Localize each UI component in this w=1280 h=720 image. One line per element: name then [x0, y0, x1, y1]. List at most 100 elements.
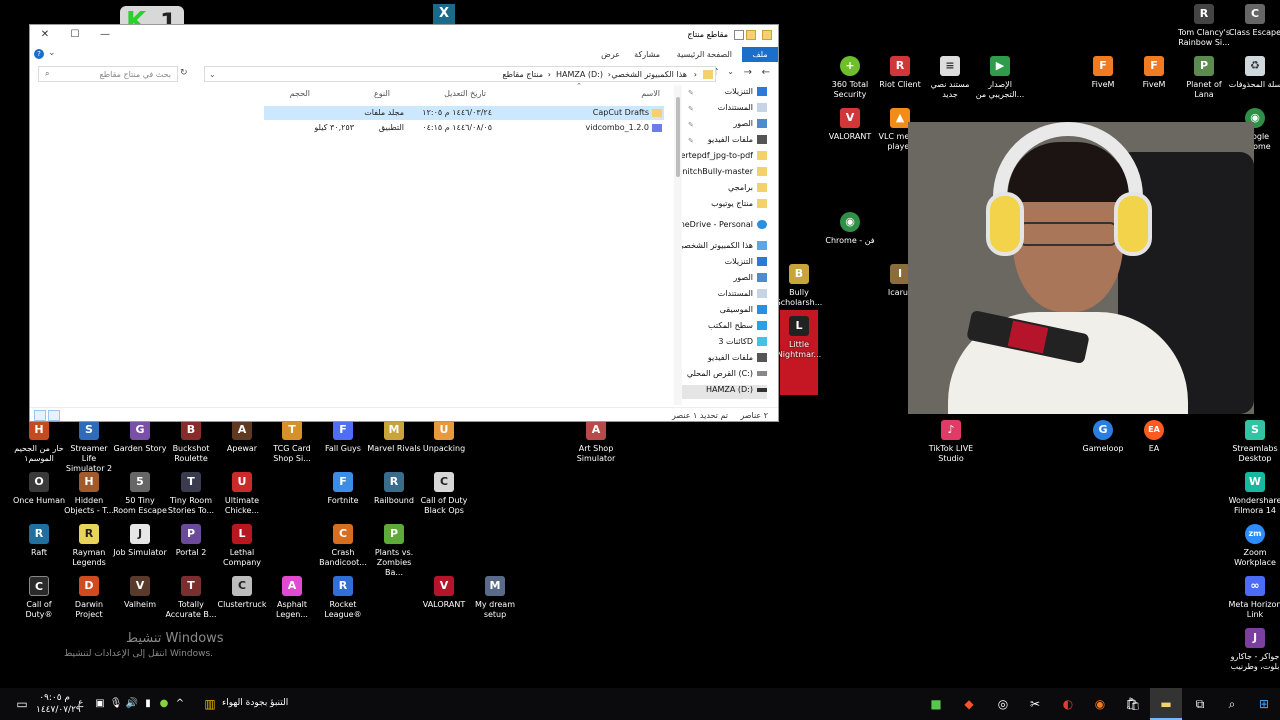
desktop-icon-bully[interactable]: B Bully Scholarsh...: [772, 264, 826, 308]
nav-item-videos[interactable]: ملفات الفيديو: [708, 135, 767, 149]
column-name[interactable]: الاسم: [641, 89, 660, 98]
close-button[interactable]: ✕: [30, 25, 60, 45]
nav-item-downloads[interactable]: التنزيلات: [725, 87, 767, 101]
nav-item-desktop[interactable]: سطح المكتب: [708, 321, 767, 335]
tab-view[interactable]: عرض: [601, 50, 620, 59]
desktop-icon-garden-story[interactable]: G Garden Story: [113, 420, 167, 454]
desktop-icon-hot-from-hell[interactable]: H حار من الجحيم الموسم١: [12, 420, 66, 464]
desktop-icon-text-doc[interactable]: ≡ مستند نصي جديد: [923, 56, 977, 100]
search-icon[interactable]: ⌕: [1224, 696, 1240, 712]
weather-text[interactable]: التنبؤ بجودة الهواء: [222, 698, 288, 708]
nav-item-onedrive[interactable]: OneDrive - Personal: [682, 220, 767, 234]
desktop-icon-little-nightmares[interactable]: L Little Nightmar...: [772, 316, 826, 360]
desktop-icon-unpacking[interactable]: U Unpacking: [417, 420, 471, 454]
desktop-icon-valheim[interactable]: V Valheim: [113, 576, 167, 610]
desktop-icon-tabs[interactable]: T Totally Accurate B...: [164, 576, 218, 620]
desktop-icon-fortnite[interactable]: F Fortnite: [316, 472, 370, 506]
back-arrow-icon[interactable]: ←: [762, 67, 770, 78]
battery-icon[interactable]: ▮: [140, 696, 156, 712]
nav-item-pc-downloads[interactable]: التنزيلات: [725, 257, 767, 271]
search-input[interactable]: بحث في منتاج مقاطع ⌕: [38, 66, 178, 82]
tab-share[interactable]: مشاركة: [634, 50, 660, 59]
system-clock[interactable]: م ٠٩:٠٥ ١٤٤٧/٠٧/٢٩: [36, 692, 81, 716]
details-view-button[interactable]: [34, 410, 46, 421]
desktop-icon-asphalt[interactable]: A Asphalt Legen...: [265, 576, 319, 620]
column-type[interactable]: النوع: [374, 89, 390, 98]
desktop-icon-apewar[interactable]: A Apewar: [215, 420, 269, 454]
crumb-this-pc[interactable]: هذا الكمبيوتر الشخصي: [611, 70, 687, 79]
minecraft-icon[interactable]: ■: [928, 696, 944, 712]
nav-item-snitchbully[interactable]: SnitchBully-master: [682, 167, 767, 181]
desktop-icon-rayman[interactable]: R Rayman Legends: [62, 524, 116, 568]
desktop-icon-ultimate-chicken[interactable]: U Ultimate Chicke...: [215, 472, 269, 516]
notifications-icon[interactable]: ▭: [14, 696, 30, 712]
desktop-icon-lethal-company[interactable]: L Lethal Company: [215, 524, 269, 568]
desktop-icon-meta-horizon[interactable]: ∞ Meta Horizon Link: [1228, 576, 1280, 620]
desktop-icon-recycle-bin[interactable]: ♻ سلة المحذوفات: [1228, 56, 1280, 90]
desktop-icon-darwin[interactable]: D Darwin Project: [62, 576, 116, 620]
nav-item-this-pc[interactable]: هذا الكمبيوتر الشخصي: [682, 241, 767, 255]
desktop-icon-hidden-objects[interactable]: H Hidden Objects - T...: [62, 472, 116, 516]
desktop-icon-buckshot[interactable]: B Buckshot Roulette: [164, 420, 218, 464]
nav-item-pictures[interactable]: الصور: [733, 119, 767, 133]
brave-icon[interactable]: ◆: [961, 696, 977, 712]
riot-tray-icon[interactable]: ◐: [1060, 696, 1076, 712]
desktop-icon-50-tiny-room[interactable]: 5 50 Tiny Room Escape: [113, 472, 167, 516]
desktop-icon-railbound[interactable]: R Railbound: [367, 472, 421, 506]
weather-icon[interactable]: ▥: [202, 696, 218, 712]
desktop-icon-tiny-room-stories[interactable]: T Tiny Room Stories To...: [164, 472, 218, 516]
nav-item-drive-c[interactable]: القرص المحلي (C:): [687, 369, 767, 383]
desktop-icon-fivem-2[interactable]: F FiveM: [1127, 56, 1181, 90]
refresh-icon[interactable]: ↻: [180, 68, 188, 78]
desktop-icon-cod[interactable]: C Call of Duty®: [12, 576, 66, 620]
desktop-icon-jawaker[interactable]: J جواكر - جاكارو بلوت، وطرنيب: [1228, 628, 1280, 672]
desktop-icon-rocket-league[interactable]: R Rocket League®: [316, 576, 370, 620]
crumb-folder[interactable]: منتاج مقاطع: [502, 70, 543, 79]
ribbon-expand-icon[interactable]: ⌄: [48, 48, 56, 58]
table-row[interactable]: vidcombo_1.2.0 ١٤٤٦/٠٨/٠٥ م ٠٤:١٥ التطبي…: [264, 121, 664, 135]
nav-item-pc-videos[interactable]: ملفات الفيديو: [708, 353, 767, 367]
tray-app-icon[interactable]: ●: [156, 696, 172, 712]
desktop-icon-zoom[interactable]: zm Zoom Workplace: [1228, 524, 1280, 568]
recent-dropdown-icon[interactable]: ⌄: [727, 67, 734, 76]
maximize-button[interactable]: ☐: [60, 25, 90, 45]
desktop-icon-chrome-art[interactable]: ◉ Chrome - فن: [823, 212, 877, 246]
task-view-icon[interactable]: ⧉: [1192, 696, 1208, 712]
desktop-icon-my-dream-setup[interactable]: M My dream setup: [468, 576, 522, 620]
desktop-icon-art-shop[interactable]: A Art Shop Simulator: [569, 420, 623, 464]
microphone-icon[interactable]: 🎙: [108, 696, 124, 712]
minimize-button[interactable]: —: [90, 25, 120, 45]
tab-file[interactable]: ملف: [742, 47, 778, 62]
desktop-icon-360[interactable]: +360 Total Security: [823, 56, 877, 100]
column-date[interactable]: تاريخ التعديل: [444, 89, 486, 98]
nav-item-pc-pictures[interactable]: الصور: [733, 273, 767, 287]
column-size[interactable]: الحجم: [290, 89, 310, 98]
desktop-icon-gameloop[interactable]: G Gameloop: [1076, 420, 1130, 454]
desktop-icon-streamer-life[interactable]: S Streamer Life Simulator 2: [62, 420, 116, 474]
desktop-icon-ea[interactable]: EA EA: [1127, 420, 1181, 454]
nav-item-drive-d[interactable]: HAMZA (D:): [682, 385, 767, 399]
desktop-icon-clustertruck[interactable]: C Clustertruck: [215, 576, 269, 610]
language-indicator[interactable]: ع: [78, 698, 83, 708]
desktop-icon-tiktok-live[interactable]: ♪ TikTok LIVE Studio: [924, 420, 978, 464]
store-icon[interactable]: 🛍: [1125, 696, 1141, 712]
desktop-icon-valorant-2[interactable]: V VALORANT: [417, 576, 471, 610]
desktop-icon-class-escape[interactable]: C Class Escape: [1228, 4, 1280, 38]
desktop-icon-portal-2[interactable]: P Portal 2: [164, 524, 218, 558]
desktop-icon-once-human[interactable]: O Once Human: [12, 472, 66, 506]
desktop-icon-tcg-card-shop[interactable]: T TCG Card Shop Si...: [265, 420, 319, 464]
qa-folder-icon[interactable]: [746, 30, 756, 40]
desktop-icon-planet-of-lana[interactable]: P Planet of Lana: [1177, 56, 1231, 100]
desktop-icon-marvel-rivals[interactable]: M Marvel Rivals: [367, 420, 421, 454]
desktop-icon-fall-guys[interactable]: F Fall Guys: [316, 420, 370, 454]
crumb-drive[interactable]: HAMZA (D:): [556, 70, 603, 79]
obs-icon[interactable]: ◎: [995, 696, 1011, 712]
desktop-icon-cod-black-ops[interactable]: C Call of Duty Black Ops: [417, 472, 471, 516]
nav-item-youtube-montage[interactable]: منتاج يوتيوب: [711, 199, 767, 213]
nav-item-3d-objects[interactable]: كائنات 3D: [718, 337, 767, 351]
desktop-icon-raft[interactable]: R Raft: [12, 524, 66, 558]
nav-item-music[interactable]: الموسيقى: [720, 305, 767, 319]
tiles-view-button[interactable]: [48, 410, 60, 421]
desktop-icon-beta[interactable]: ▶ الإصدار التجريبي من...: [973, 56, 1027, 100]
desktop-icon-pvz[interactable]: P Plants vs. Zombies Ba...: [367, 524, 421, 578]
